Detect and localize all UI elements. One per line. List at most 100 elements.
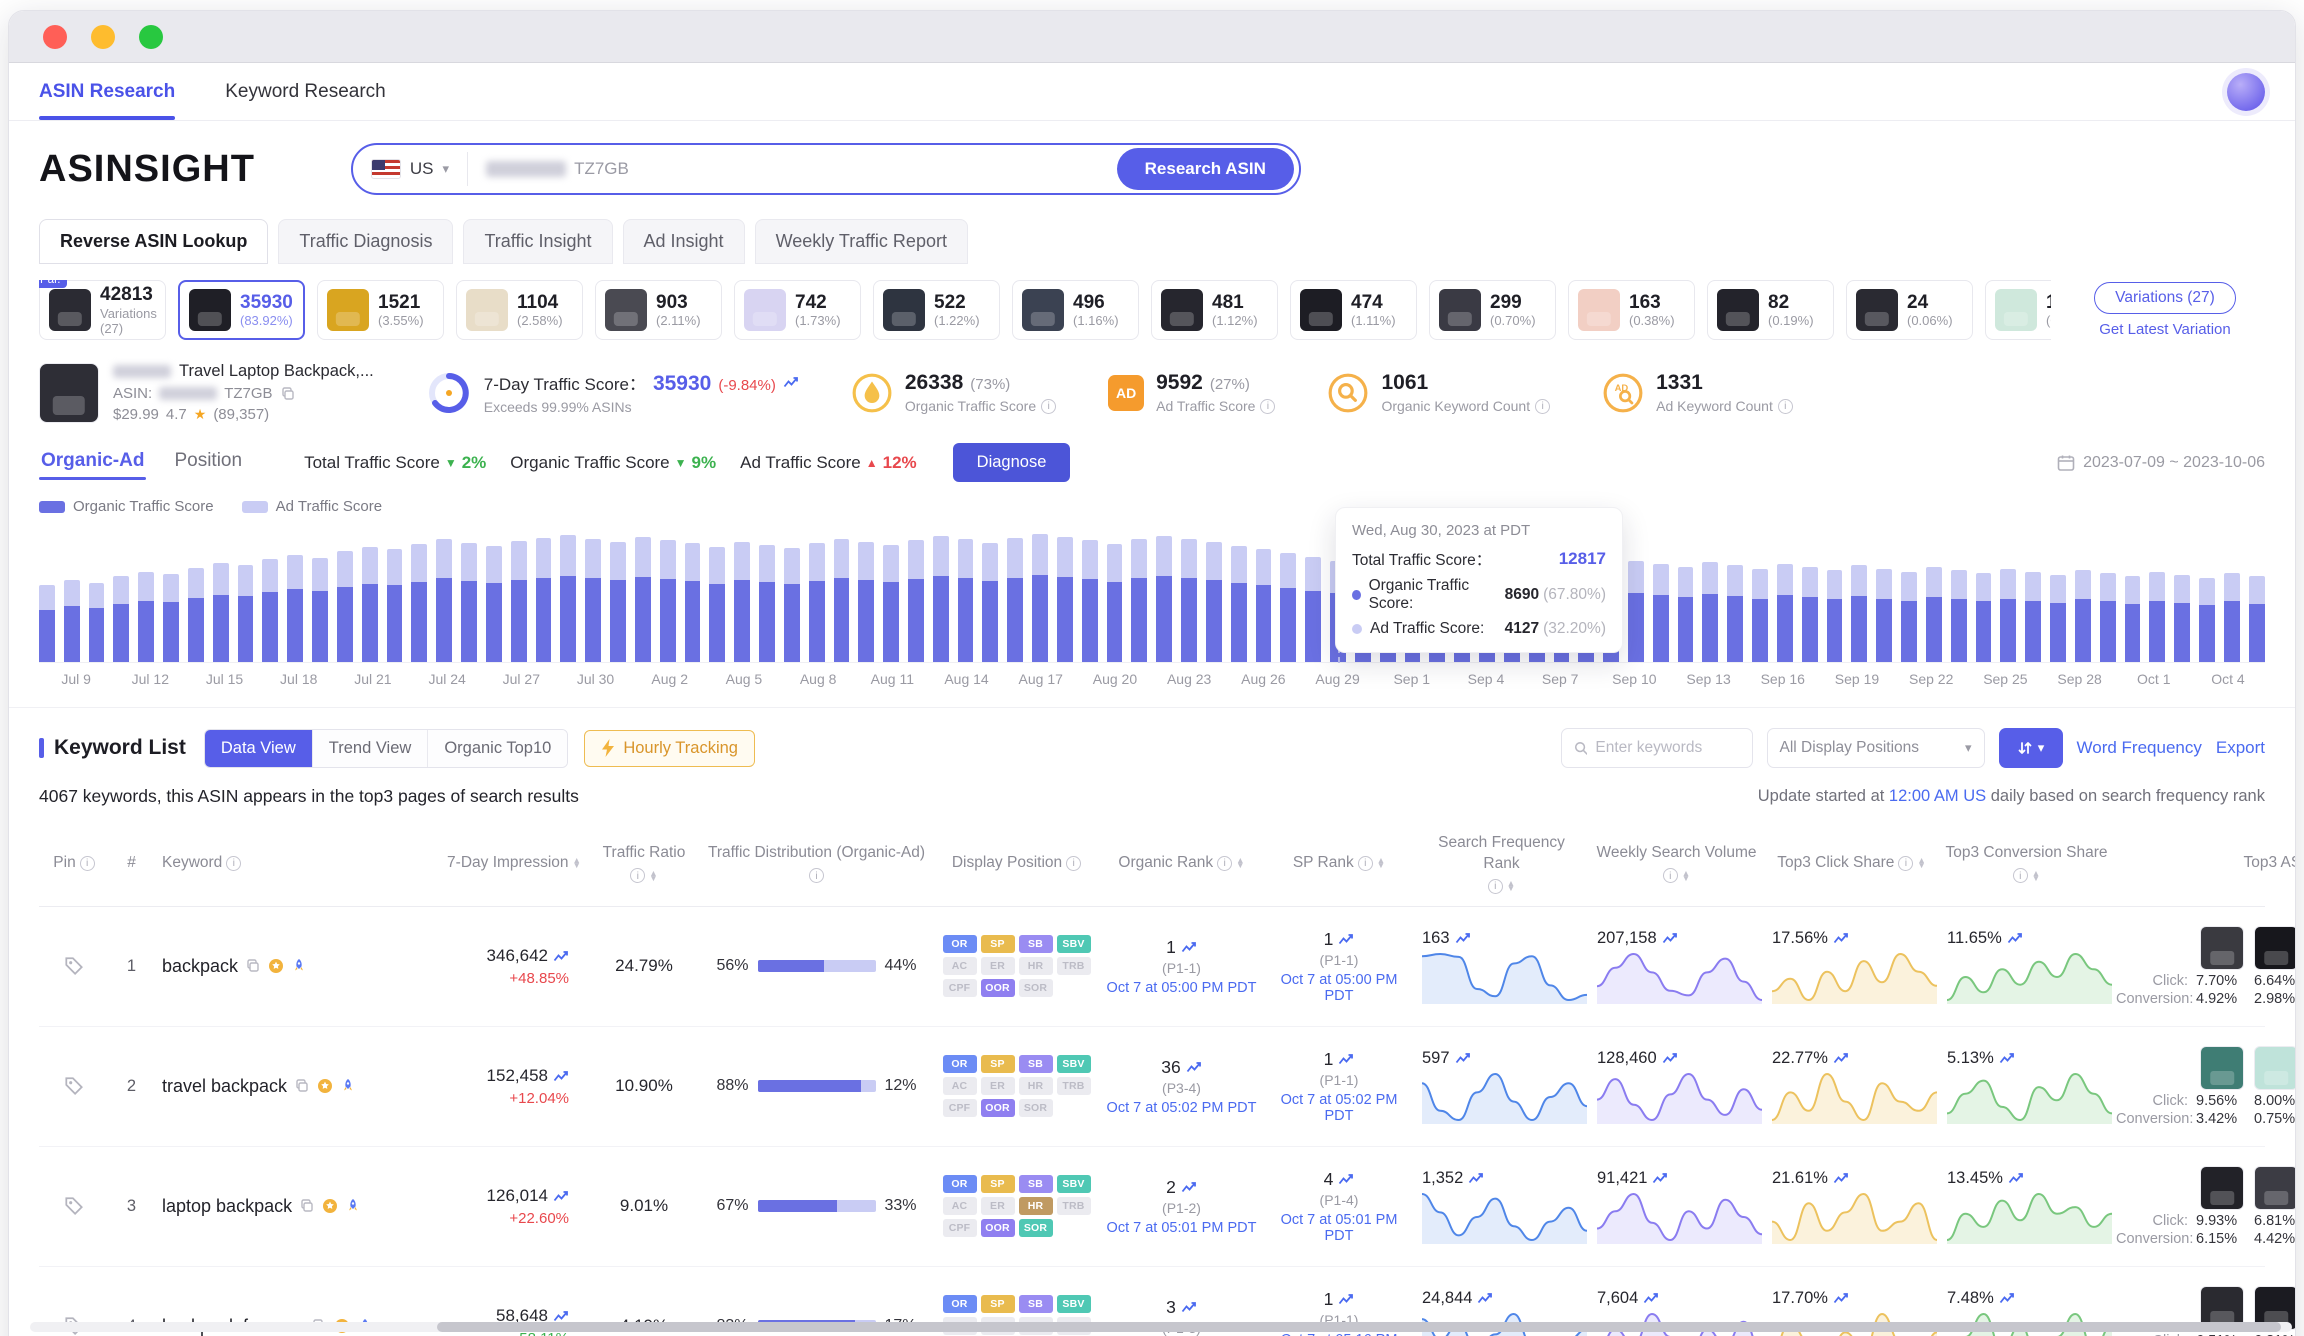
trend-icon[interactable] [1181,1299,1197,1315]
module-tab-traffic-diagnosis[interactable]: Traffic Diagnosis [278,219,453,264]
trend-icon[interactable] [553,948,569,964]
sort-icon[interactable]: ▲▼ [1377,858,1385,869]
country-select[interactable]: US ▾ [353,152,468,186]
traffic-bar[interactable] [213,563,229,662]
trend-icon[interactable] [1833,1050,1849,1066]
view-toggle-data-view[interactable]: Data View [205,730,313,767]
module-tab-ad-insight[interactable]: Ad Insight [623,219,745,264]
traffic-bar[interactable] [610,542,626,662]
traffic-bar[interactable] [1702,562,1718,662]
info-icon[interactable]: i [809,868,824,883]
info-icon[interactable]: i [2013,868,2028,883]
traffic-bar[interactable] [1876,569,1892,662]
traffic-bar[interactable] [1156,536,1172,662]
pin-tag-icon[interactable] [63,1075,85,1097]
traffic-bar[interactable] [1032,534,1048,662]
traffic-bar[interactable] [1678,567,1694,662]
sort-icon[interactable]: ▲▼ [1236,858,1244,869]
trend-icon[interactable] [1468,1170,1484,1186]
traffic-bar[interactable] [958,539,974,662]
traffic-bar[interactable] [1057,537,1073,662]
column-header-traffic-ratio[interactable]: Traffic Ratioi▲▼ [589,843,699,883]
traffic-bar[interactable] [1653,564,1669,662]
traffic-bar[interactable] [1951,570,1967,662]
trend-icon[interactable] [1652,1170,1668,1186]
traffic-bar[interactable] [64,580,80,662]
traffic-bar[interactable] [1007,538,1023,662]
traffic-bar[interactable] [362,547,378,662]
traffic-bar[interactable] [138,572,154,662]
word-frequency-link[interactable]: Word Frequency [2077,738,2202,758]
get-latest-variation-link[interactable]: Get Latest Variation [2099,321,2230,338]
research-asin-button[interactable]: Research ASIN [1117,148,1294,190]
nav-tab-asin-research[interactable]: ASIN Research [39,63,175,120]
traffic-bar[interactable] [2174,575,2190,662]
traffic-bar[interactable] [262,559,278,662]
info-icon[interactable]: i [1260,399,1275,414]
traffic-bar[interactable] [536,538,552,662]
minimize-window-button[interactable] [91,25,115,49]
traffic-bar[interactable] [858,542,874,662]
copy-icon[interactable] [245,958,261,974]
traffic-bar[interactable] [1305,557,1321,662]
variation-card[interactable]: 82(0.19%) [1707,280,1834,340]
traffic-bar[interactable] [337,551,353,662]
variation-card[interactable]: 496(1.16%) [1012,280,1139,340]
column-header-weekly-search-volume[interactable]: Weekly Search Volumei▲▼ [1589,843,1764,883]
traffic-bar[interactable] [1976,573,1992,662]
traffic-bar[interactable] [312,558,328,662]
traffic-bar[interactable] [238,565,254,662]
display-positions-select[interactable]: All Display Positions ▾ [1767,728,1985,768]
traffic-bar[interactable] [2025,572,2041,662]
traffic-bar[interactable] [411,544,427,662]
variation-card[interactable]: 474(1.11%) [1290,280,1417,340]
traffic-bar[interactable] [1851,565,1867,662]
sort-icon[interactable]: ▲▼ [2032,871,2040,882]
info-icon[interactable]: i [1217,856,1232,871]
trend-icon[interactable] [2007,930,2023,946]
export-link[interactable]: Export [2216,738,2265,758]
traffic-bar[interactable] [287,555,303,662]
traffic-bar[interactable] [1802,567,1818,662]
info-icon[interactable]: i [226,856,241,871]
traffic-bar[interactable] [2075,570,2091,662]
trend-icon[interactable] [1181,939,1197,955]
traffic-bar[interactable] [2050,575,2066,662]
traffic-bar[interactable] [39,585,55,662]
nav-tab-keyword-research[interactable]: Keyword Research [225,63,386,120]
pin-button[interactable] [39,1195,109,1217]
traffic-bar[interactable] [585,539,601,662]
asin-thumbnail[interactable] [2254,1046,2296,1090]
traffic-bar[interactable] [89,583,105,662]
traffic-bar[interactable] [1181,539,1197,662]
view-toggle-organic-top10[interactable]: Organic Top10 [428,730,567,767]
asin-thumbnail[interactable] [2200,926,2244,970]
variation-card[interactable]: Par.42813Variations (27) [39,280,166,340]
traffic-bar[interactable] [834,539,850,662]
pin-tag-icon[interactable] [63,955,85,977]
traffic-bar[interactable] [883,545,899,662]
trend-icon[interactable] [1477,1290,1493,1306]
traffic-bar[interactable] [1727,565,1743,662]
close-window-button[interactable] [43,25,67,49]
column-header-organic-rank[interactable]: Organic Ranki▲▼ [1099,853,1264,874]
traffic-bar[interactable] [163,574,179,662]
user-avatar[interactable] [2227,73,2265,111]
traffic-bar[interactable] [982,543,998,662]
traffic-bar[interactable] [486,546,502,662]
trend-icon[interactable] [1186,1059,1202,1075]
keyword-text[interactable]: backpack [162,956,238,977]
traffic-bar[interactable] [1280,553,1296,662]
info-icon[interactable]: i [1488,879,1503,894]
traffic-bar[interactable] [685,543,701,662]
view-toggle-trend-view[interactable]: Trend View [313,730,429,767]
traffic-bar[interactable] [1901,572,1917,662]
sort-icon[interactable]: ▲▼ [1917,858,1925,869]
column-header-top3-click-share[interactable]: Top3 Click Sharei▲▼ [1764,853,1939,874]
sort-order-button[interactable]: ▾ [1999,728,2063,768]
info-icon[interactable]: i [630,868,645,883]
module-tab-weekly-traffic-report[interactable]: Weekly Traffic Report [755,219,968,264]
module-tab-reverse-asin-lookup[interactable]: Reverse ASIN Lookup [39,219,268,264]
trend-icon[interactable] [1662,1050,1678,1066]
trend-icon[interactable] [1455,1050,1471,1066]
